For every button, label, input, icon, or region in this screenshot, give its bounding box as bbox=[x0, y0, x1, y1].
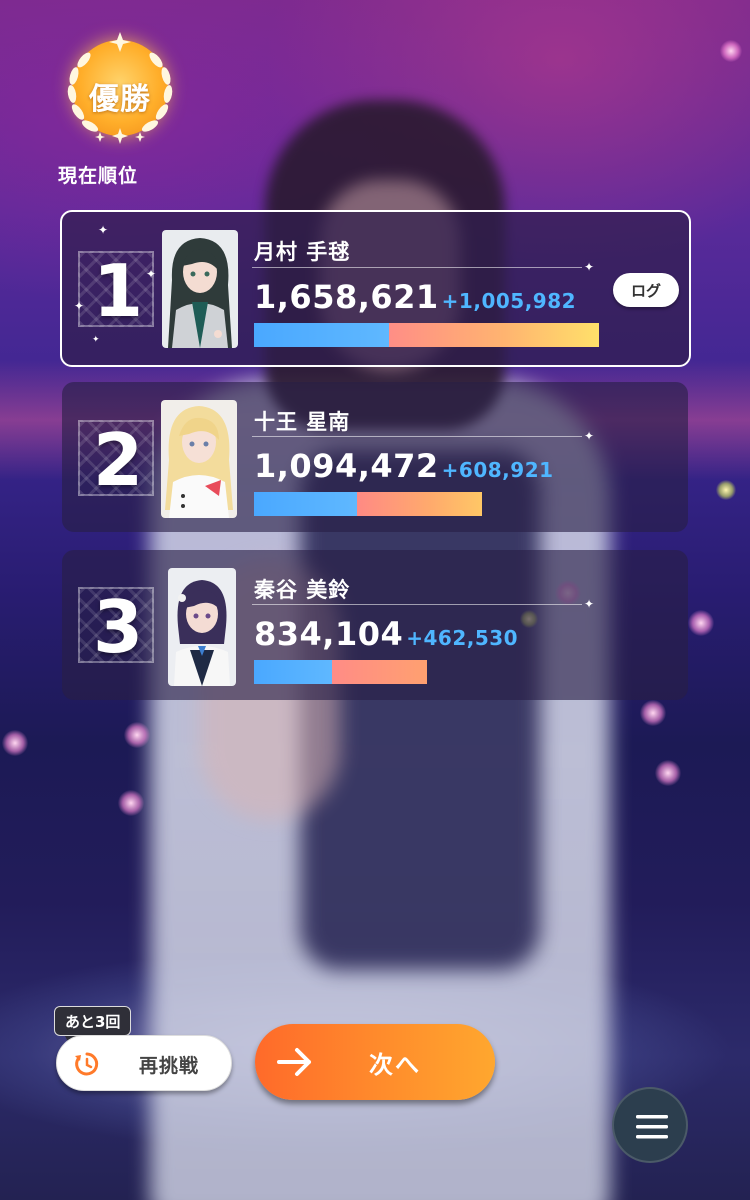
next-label: 次へ bbox=[369, 1052, 421, 1079]
score-bar-base bbox=[254, 492, 357, 516]
hamburger-menu-icon bbox=[636, 1115, 668, 1139]
trophy-label: 優勝 bbox=[89, 82, 151, 117]
score-bar-gain bbox=[332, 660, 427, 684]
sparkle-icon: ✦ bbox=[584, 597, 595, 611]
score-bar-base bbox=[254, 323, 389, 347]
score-delta: +462,530 bbox=[406, 626, 519, 650]
idol-name: 月村 手毬 bbox=[254, 240, 351, 264]
score-value: 1,658,621 bbox=[254, 278, 439, 316]
rank-number: 1 bbox=[92, 249, 144, 333]
score-bar bbox=[254, 660, 427, 684]
next-button[interactable]: 次へ bbox=[255, 1024, 495, 1100]
name-underline bbox=[252, 604, 582, 605]
retry-button[interactable]: 再挑戦 bbox=[56, 1035, 232, 1091]
score-delta: +608,921 bbox=[441, 458, 554, 482]
idol-portrait-3 bbox=[168, 568, 236, 686]
score-bar-gain bbox=[357, 492, 482, 516]
idol-name: 秦谷 美鈴 bbox=[254, 578, 351, 602]
log-button[interactable]: ログ bbox=[613, 273, 679, 307]
rank-badge-3: 3 bbox=[78, 585, 154, 669]
sparkle-icon: ✦ bbox=[98, 223, 109, 237]
sparkle-icon: ✦ bbox=[92, 335, 100, 345]
current-rank-caption: 現在順位 bbox=[58, 165, 139, 187]
score-bar bbox=[254, 492, 482, 516]
retry-label: 再挑戦 bbox=[138, 1056, 199, 1077]
score-bar bbox=[254, 323, 599, 347]
score-value: 834,104 bbox=[254, 615, 404, 653]
arrow-right-icon bbox=[277, 1048, 311, 1076]
sparkle-icon: ✦ bbox=[584, 260, 595, 274]
ranking-card-1[interactable]: 1 ✦ ✦ ✦ ✦ 月村 手毬 ✦ 1,658,621 +1,005,982 ログ bbox=[60, 210, 691, 367]
name-underline bbox=[252, 267, 582, 268]
score-delta: +1,005,982 bbox=[441, 289, 577, 313]
remaining-attempts-tag: あと3回 bbox=[54, 1006, 132, 1047]
ranking-card-3[interactable]: 3 秦谷 美鈴 ✦ 834,104 +462,530 bbox=[62, 550, 688, 700]
ranking-card-2[interactable]: 2 十王 星南 ✦ 1,094,472 +608,921 bbox=[62, 382, 688, 532]
idol-name: 十王 星南 bbox=[254, 410, 351, 434]
name-underline bbox=[252, 436, 582, 437]
sparkle-icon: ✦ bbox=[584, 429, 595, 443]
sparkle-icon: ✦ bbox=[146, 267, 157, 281]
rank-number: 3 bbox=[92, 585, 144, 669]
menu-button[interactable] bbox=[612, 1087, 688, 1163]
score-row: 1,658,621 +1,005,982 bbox=[254, 278, 576, 316]
score-bar-base bbox=[254, 660, 332, 684]
idol-portrait-2 bbox=[161, 400, 237, 518]
retry-clock-icon bbox=[75, 1052, 99, 1076]
score-row: 834,104 +462,530 bbox=[254, 615, 518, 653]
score-row: 1,094,472 +608,921 bbox=[254, 447, 554, 485]
score-bar-gain bbox=[389, 323, 599, 347]
rank-badge-1: 1 bbox=[78, 249, 154, 333]
rank-badge-2: 2 bbox=[78, 418, 154, 502]
trophy-badge: 優勝 bbox=[60, 30, 180, 150]
rank-number: 2 bbox=[92, 418, 144, 502]
idol-portrait-1 bbox=[162, 230, 238, 348]
score-value: 1,094,472 bbox=[254, 447, 439, 485]
sparkle-icon: ✦ bbox=[74, 299, 85, 313]
